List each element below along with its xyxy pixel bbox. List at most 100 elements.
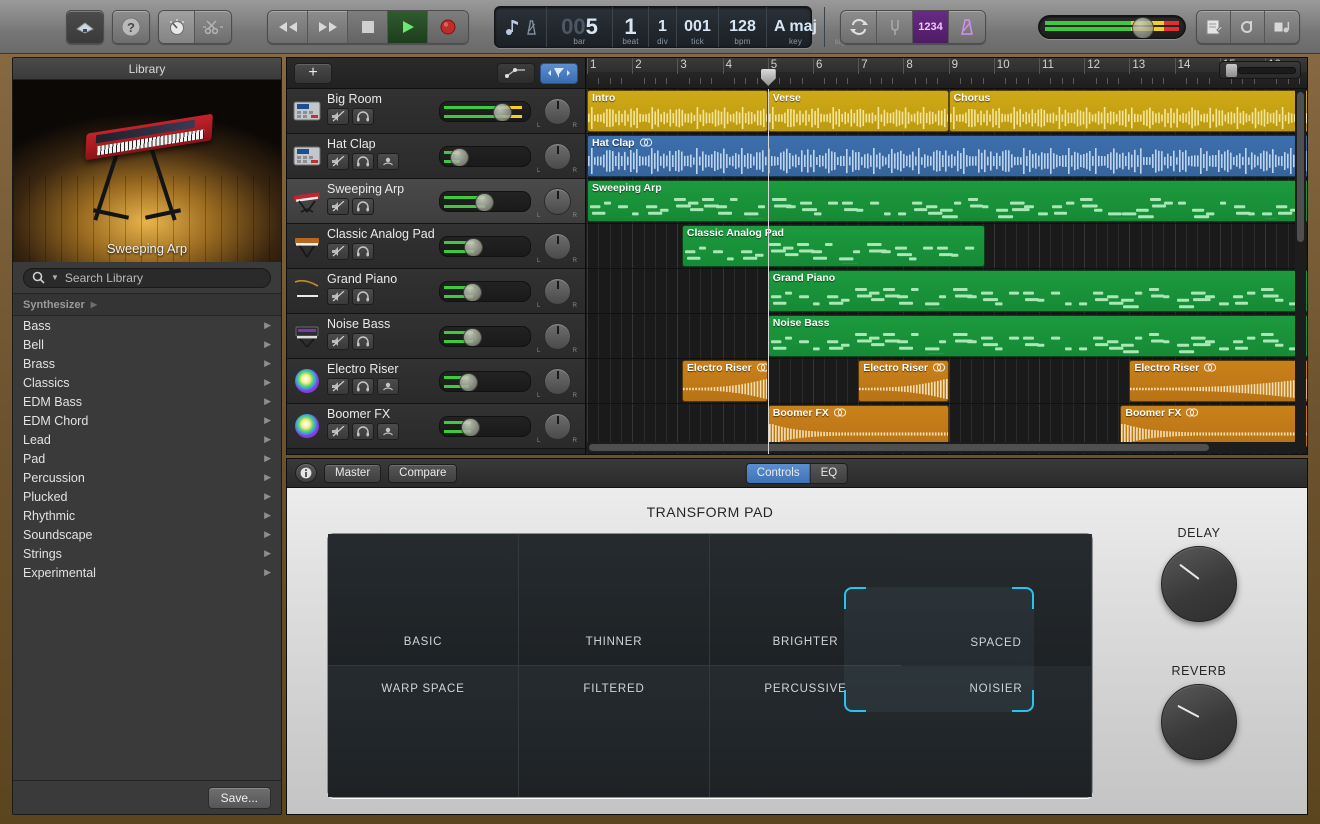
- track-header-boomer-fx[interactable]: Boomer FXLR: [287, 404, 585, 449]
- region-sweeping-arp[interactable]: Sweeping Arp: [587, 180, 1307, 222]
- cycle-button[interactable]: [841, 11, 877, 43]
- count-in-button[interactable]: 1234: [913, 11, 949, 43]
- region-classic-analog-pad[interactable]: Classic Analog Pad: [682, 225, 985, 267]
- track-pan-knob[interactable]: [544, 143, 571, 170]
- track-volume-slider[interactable]: [439, 191, 531, 212]
- record-enable-button[interactable]: [377, 423, 399, 440]
- library-item-percussion[interactable]: Percussion▶: [13, 468, 281, 487]
- track-header-hat-clap[interactable]: Hat ClapLR: [287, 134, 585, 179]
- zoom-slider-thumb[interactable]: [1226, 64, 1237, 77]
- lcd-bar-cell[interactable]: 005 bar: [547, 7, 613, 47]
- library-item-lead[interactable]: Lead▶: [13, 430, 281, 449]
- horizontal-scrollbar[interactable]: [587, 442, 1295, 453]
- lcd-key-cell[interactable]: A maj key: [767, 7, 825, 47]
- track-header-classic-analog-pad[interactable]: Classic Analog PadLR: [287, 224, 585, 269]
- master-button[interactable]: Master: [324, 464, 381, 483]
- rewind-button[interactable]: [268, 11, 308, 43]
- lcd-div-cell[interactable]: 1 div: [649, 7, 677, 47]
- region-canvas[interactable]: IntroVerseChorusHat ClapSweeping ArpClas…: [587, 89, 1307, 454]
- track-volume-slider[interactable]: [439, 371, 531, 392]
- region-grand-piano[interactable]: Grand Piano: [768, 270, 1307, 312]
- track-volume-slider[interactable]: [439, 146, 531, 167]
- flex-button[interactable]: [540, 63, 578, 84]
- pad-cell-spaced[interactable]: SPACED: [901, 534, 1092, 666]
- track-pan-knob[interactable]: [544, 413, 571, 440]
- region-electro-riser[interactable]: Electro Riser: [1129, 360, 1307, 402]
- mute-button[interactable]: [327, 333, 349, 350]
- library-item-pad[interactable]: Pad▶: [13, 449, 281, 468]
- search-dropdown-icon[interactable]: ▼: [51, 273, 59, 282]
- notes-button[interactable]: [1197, 11, 1231, 43]
- library-item-brass[interactable]: Brass▶: [13, 354, 281, 373]
- mute-button[interactable]: [327, 378, 349, 395]
- playhead[interactable]: [768, 89, 769, 454]
- vertical-scrollbar[interactable]: [1295, 90, 1306, 452]
- track-header-noise-bass[interactable]: Noise BassLR: [287, 314, 585, 359]
- master-volume-slider[interactable]: [1038, 15, 1186, 39]
- track-pan-knob[interactable]: [544, 98, 571, 125]
- pad-cell-percussive[interactable]: PERCUSSIVE: [710, 666, 901, 798]
- region-chorus[interactable]: Chorus: [949, 90, 1307, 132]
- media-browser-button[interactable]: [1265, 11, 1299, 43]
- library-toggle-button[interactable]: [66, 10, 104, 44]
- vertical-scrollbar-thumb[interactable]: [1297, 92, 1304, 242]
- solo-button[interactable]: [352, 198, 374, 215]
- zoom-slider[interactable]: [1219, 61, 1301, 79]
- track-volume-slider[interactable]: [439, 416, 531, 437]
- mute-button[interactable]: [327, 288, 349, 305]
- track-volume-slider[interactable]: [439, 101, 531, 122]
- tab-controls[interactable]: Controls: [747, 464, 811, 483]
- add-track-button[interactable]: +: [294, 63, 332, 84]
- master-volume-thumb[interactable]: [1132, 17, 1154, 39]
- region-boomer-fx[interactable]: Boomer FX: [768, 405, 949, 447]
- timeline-ruler[interactable]: 12345678910111213141516: [587, 58, 1307, 89]
- pad-cell-basic[interactable]: BASIC: [328, 534, 519, 666]
- lcd-beat-cell[interactable]: 1 beat: [613, 7, 649, 47]
- region-intro[interactable]: Intro: [587, 90, 768, 132]
- loop-browser-button[interactable]: [1231, 11, 1265, 43]
- track-volume-slider[interactable]: [439, 326, 531, 347]
- playhead-handle[interactable]: [761, 69, 776, 86]
- library-item-edm-bass[interactable]: EDM Bass▶: [13, 392, 281, 411]
- forward-button[interactable]: [308, 11, 348, 43]
- tuner-button[interactable]: [877, 11, 913, 43]
- track-pan-knob[interactable]: [544, 233, 571, 260]
- horizontal-scrollbar-thumb[interactable]: [589, 444, 1209, 451]
- library-item-classics[interactable]: Classics▶: [13, 373, 281, 392]
- smart-controls-button[interactable]: [159, 11, 195, 43]
- search-input[interactable]: ▼ Search Library: [23, 268, 271, 288]
- region-noise-bass[interactable]: Noise Bass: [768, 315, 1307, 357]
- track-header-sweeping-arp[interactable]: Sweeping ArpLR: [287, 179, 585, 224]
- save-button[interactable]: Save...: [208, 787, 271, 809]
- pad-cell-warp-space[interactable]: WARP SPACE: [328, 666, 519, 798]
- library-item-experimental[interactable]: Experimental▶: [13, 563, 281, 582]
- reverb-knob[interactable]: [1161, 684, 1237, 760]
- solo-button[interactable]: [352, 243, 374, 260]
- solo-button[interactable]: [352, 153, 374, 170]
- pad-cell-filtered[interactable]: FILTERED: [519, 666, 710, 798]
- region-verse[interactable]: Verse: [768, 90, 949, 132]
- library-item-rhythmic[interactable]: Rhythmic▶: [13, 506, 281, 525]
- mute-button[interactable]: [327, 153, 349, 170]
- track-header-grand-piano[interactable]: Grand PianoLR: [287, 269, 585, 314]
- track-pan-knob[interactable]: [544, 278, 571, 305]
- editors-button[interactable]: [195, 11, 231, 43]
- tab-eq[interactable]: EQ: [811, 464, 848, 483]
- pad-cell-noisier[interactable]: NOISIER: [901, 666, 1092, 798]
- stop-button[interactable]: [348, 11, 388, 43]
- mute-button[interactable]: [327, 243, 349, 260]
- region-electro-riser[interactable]: Electro Riser: [682, 360, 768, 402]
- lcd-mode-icon-cell[interactable]: [495, 7, 547, 47]
- mute-button[interactable]: [327, 423, 349, 440]
- track-pan-knob[interactable]: [544, 323, 571, 350]
- record-enable-button[interactable]: [377, 153, 399, 170]
- library-item-bass[interactable]: Bass▶: [13, 316, 281, 335]
- play-button[interactable]: [388, 11, 428, 43]
- solo-button[interactable]: [352, 288, 374, 305]
- mute-button[interactable]: [327, 108, 349, 125]
- pad-cell-thinner[interactable]: THINNER: [519, 534, 710, 666]
- info-button[interactable]: [295, 463, 317, 483]
- automation-button[interactable]: [497, 63, 535, 84]
- region-hat-clap[interactable]: Hat Clap: [587, 135, 1307, 177]
- track-pan-knob[interactable]: [544, 368, 571, 395]
